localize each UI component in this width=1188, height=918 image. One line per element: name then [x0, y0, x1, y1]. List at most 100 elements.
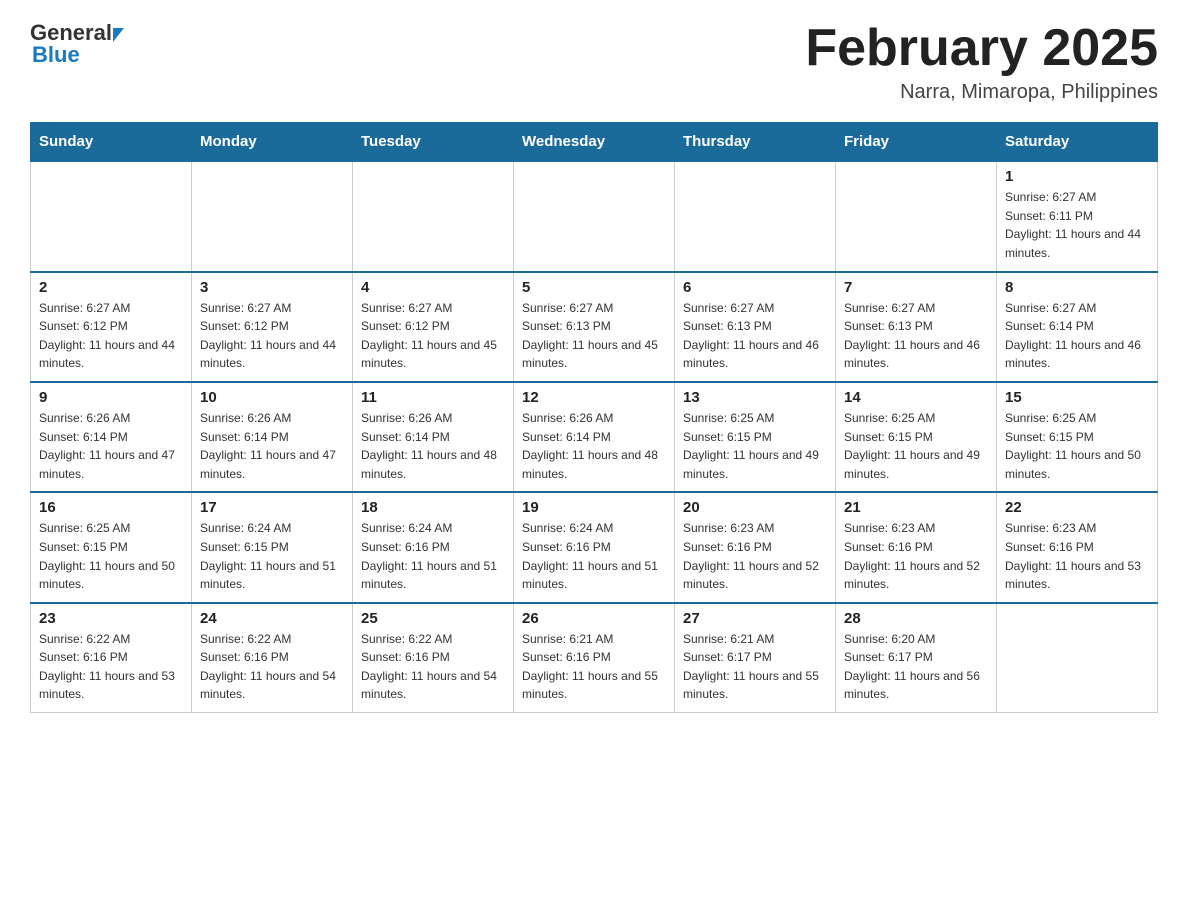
calendar-cell: 13 Sunrise: 6:25 AM Sunset: 6:15 PM Dayli… [675, 382, 836, 492]
day-info: Sunrise: 6:27 AM Sunset: 6:13 PM Dayligh… [522, 299, 666, 373]
day-info: Sunrise: 6:27 AM Sunset: 6:14 PM Dayligh… [1005, 299, 1149, 373]
day-number: 11 [361, 389, 505, 406]
day-number: 7 [844, 279, 988, 296]
calendar-cell: 1 Sunrise: 6:27 AM Sunset: 6:11 PM Daylig… [997, 161, 1158, 271]
calendar-cell: 28 Sunrise: 6:20 AM Sunset: 6:17 PM Dayli… [836, 603, 997, 713]
calendar-cell [353, 161, 514, 271]
day-number: 21 [844, 499, 988, 516]
calendar-cell: 3 Sunrise: 6:27 AM Sunset: 6:12 PM Daylig… [192, 272, 353, 382]
day-number: 1 [1005, 168, 1149, 185]
day-info: Sunrise: 6:27 AM Sunset: 6:13 PM Dayligh… [683, 299, 827, 373]
day-number: 24 [200, 610, 344, 627]
day-number: 16 [39, 499, 183, 516]
day-number: 12 [522, 389, 666, 406]
calendar-cell: 19 Sunrise: 6:24 AM Sunset: 6:16 PM Dayli… [514, 492, 675, 602]
calendar-cell: 16 Sunrise: 6:25 AM Sunset: 6:15 PM Dayli… [31, 492, 192, 602]
col-friday: Friday [836, 123, 997, 162]
calendar-week-row: 1 Sunrise: 6:27 AM Sunset: 6:11 PM Daylig… [31, 161, 1158, 271]
month-title: February 2025 [805, 20, 1158, 77]
day-number: 3 [200, 279, 344, 296]
day-info: Sunrise: 6:27 AM Sunset: 6:12 PM Dayligh… [200, 299, 344, 373]
calendar-cell [192, 161, 353, 271]
calendar-cell: 2 Sunrise: 6:27 AM Sunset: 6:12 PM Daylig… [31, 272, 192, 382]
day-info: Sunrise: 6:22 AM Sunset: 6:16 PM Dayligh… [361, 630, 505, 704]
calendar-cell: 12 Sunrise: 6:26 AM Sunset: 6:14 PM Dayli… [514, 382, 675, 492]
calendar-header-row: Sunday Monday Tuesday Wednesday Thursday… [31, 123, 1158, 162]
day-number: 9 [39, 389, 183, 406]
calendar-cell [514, 161, 675, 271]
day-info: Sunrise: 6:24 AM Sunset: 6:15 PM Dayligh… [200, 519, 344, 593]
calendar-cell: 5 Sunrise: 6:27 AM Sunset: 6:13 PM Daylig… [514, 272, 675, 382]
col-sunday: Sunday [31, 123, 192, 162]
location-subtitle: Narra, Mimaropa, Philippines [805, 81, 1158, 104]
logo-blue-text: Blue [32, 42, 80, 68]
day-info: Sunrise: 6:22 AM Sunset: 6:16 PM Dayligh… [200, 630, 344, 704]
calendar-cell: 21 Sunrise: 6:23 AM Sunset: 6:16 PM Dayli… [836, 492, 997, 602]
day-number: 8 [1005, 279, 1149, 296]
calendar-cell: 15Sunrise: 6:25 AM Sunset: 6:15 PM Dayli… [997, 382, 1158, 492]
day-info: Sunrise: 6:21 AM Sunset: 6:16 PM Dayligh… [522, 630, 666, 704]
day-number: 13 [683, 389, 827, 406]
calendar-week-row: 2 Sunrise: 6:27 AM Sunset: 6:12 PM Daylig… [31, 272, 1158, 382]
calendar-week-row: 16 Sunrise: 6:25 AM Sunset: 6:15 PM Dayli… [31, 492, 1158, 602]
day-info: Sunrise: 6:27 AM Sunset: 6:12 PM Dayligh… [39, 299, 183, 373]
calendar-cell [675, 161, 836, 271]
page-header: General Blue February 2025 Narra, Mimaro… [30, 20, 1158, 104]
col-thursday: Thursday [675, 123, 836, 162]
day-number: 5 [522, 279, 666, 296]
day-info: Sunrise: 6:23 AM Sunset: 6:16 PM Dayligh… [1005, 519, 1149, 593]
calendar-cell: 9 Sunrise: 6:26 AM Sunset: 6:14 PM Daylig… [31, 382, 192, 492]
day-info: Sunrise: 6:26 AM Sunset: 6:14 PM Dayligh… [522, 409, 666, 483]
day-info: Sunrise: 6:26 AM Sunset: 6:14 PM Dayligh… [39, 409, 183, 483]
day-number: 19 [522, 499, 666, 516]
calendar-cell: 10 Sunrise: 6:26 AM Sunset: 6:14 PM Dayli… [192, 382, 353, 492]
day-number: 27 [683, 610, 827, 627]
calendar-cell: 27 Sunrise: 6:21 AM Sunset: 6:17 PM Dayli… [675, 603, 836, 713]
day-info: Sunrise: 6:24 AM Sunset: 6:16 PM Dayligh… [361, 519, 505, 593]
day-info: Sunrise: 6:26 AM Sunset: 6:14 PM Dayligh… [200, 409, 344, 483]
col-wednesday: Wednesday [514, 123, 675, 162]
calendar-cell: 26 Sunrise: 6:21 AM Sunset: 6:16 PM Dayli… [514, 603, 675, 713]
col-tuesday: Tuesday [353, 123, 514, 162]
day-number: 6 [683, 279, 827, 296]
day-number: 10 [200, 389, 344, 406]
day-number: 26 [522, 610, 666, 627]
calendar-cell: 7Sunrise: 6:27 AM Sunset: 6:13 PM Daylig… [836, 272, 997, 382]
col-saturday: Saturday [997, 123, 1158, 162]
calendar-cell [836, 161, 997, 271]
calendar-cell: 20 Sunrise: 6:23 AM Sunset: 6:16 PM Dayli… [675, 492, 836, 602]
day-number: 4 [361, 279, 505, 296]
day-number: 20 [683, 499, 827, 516]
calendar-cell: 24 Sunrise: 6:22 AM Sunset: 6:16 PM Dayli… [192, 603, 353, 713]
calendar-week-row: 9 Sunrise: 6:26 AM Sunset: 6:14 PM Daylig… [31, 382, 1158, 492]
day-info: Sunrise: 6:20 AM Sunset: 6:17 PM Dayligh… [844, 630, 988, 704]
logo: General Blue [30, 20, 124, 68]
logo-triangle-icon [113, 28, 124, 42]
day-number: 28 [844, 610, 988, 627]
day-info: Sunrise: 6:27 AM Sunset: 6:12 PM Dayligh… [361, 299, 505, 373]
day-info: Sunrise: 6:27 AM Sunset: 6:11 PM Dayligh… [1005, 188, 1149, 262]
day-info: Sunrise: 6:23 AM Sunset: 6:16 PM Dayligh… [683, 519, 827, 593]
calendar-cell: 25 Sunrise: 6:22 AM Sunset: 6:16 PM Dayli… [353, 603, 514, 713]
calendar-cell: 8 Sunrise: 6:27 AM Sunset: 6:14 PM Daylig… [997, 272, 1158, 382]
day-info: Sunrise: 6:23 AM Sunset: 6:16 PM Dayligh… [844, 519, 988, 593]
calendar-cell: 22 Sunrise: 6:23 AM Sunset: 6:16 PM Dayli… [997, 492, 1158, 602]
day-number: 25 [361, 610, 505, 627]
calendar-cell: 11Sunrise: 6:26 AM Sunset: 6:14 PM Dayli… [353, 382, 514, 492]
day-number: 22 [1005, 499, 1149, 516]
calendar-week-row: 23 Sunrise: 6:22 AM Sunset: 6:16 PM Dayli… [31, 603, 1158, 713]
calendar-cell: 4 Sunrise: 6:27 AM Sunset: 6:12 PM Daylig… [353, 272, 514, 382]
day-info: Sunrise: 6:25 AM Sunset: 6:15 PM Dayligh… [39, 519, 183, 593]
title-block: February 2025 Narra, Mimaropa, Philippin… [805, 20, 1158, 104]
calendar-cell [997, 603, 1158, 713]
day-info: Sunrise: 6:21 AM Sunset: 6:17 PM Dayligh… [683, 630, 827, 704]
day-info: Sunrise: 6:24 AM Sunset: 6:16 PM Dayligh… [522, 519, 666, 593]
day-info: Sunrise: 6:25 AM Sunset: 6:15 PM Dayligh… [683, 409, 827, 483]
day-number: 23 [39, 610, 183, 627]
calendar-cell: 18Sunrise: 6:24 AM Sunset: 6:16 PM Dayli… [353, 492, 514, 602]
day-info: Sunrise: 6:25 AM Sunset: 6:15 PM Dayligh… [1005, 409, 1149, 483]
day-number: 17 [200, 499, 344, 516]
day-info: Sunrise: 6:25 AM Sunset: 6:15 PM Dayligh… [844, 409, 988, 483]
day-info: Sunrise: 6:22 AM Sunset: 6:16 PM Dayligh… [39, 630, 183, 704]
day-number: 2 [39, 279, 183, 296]
